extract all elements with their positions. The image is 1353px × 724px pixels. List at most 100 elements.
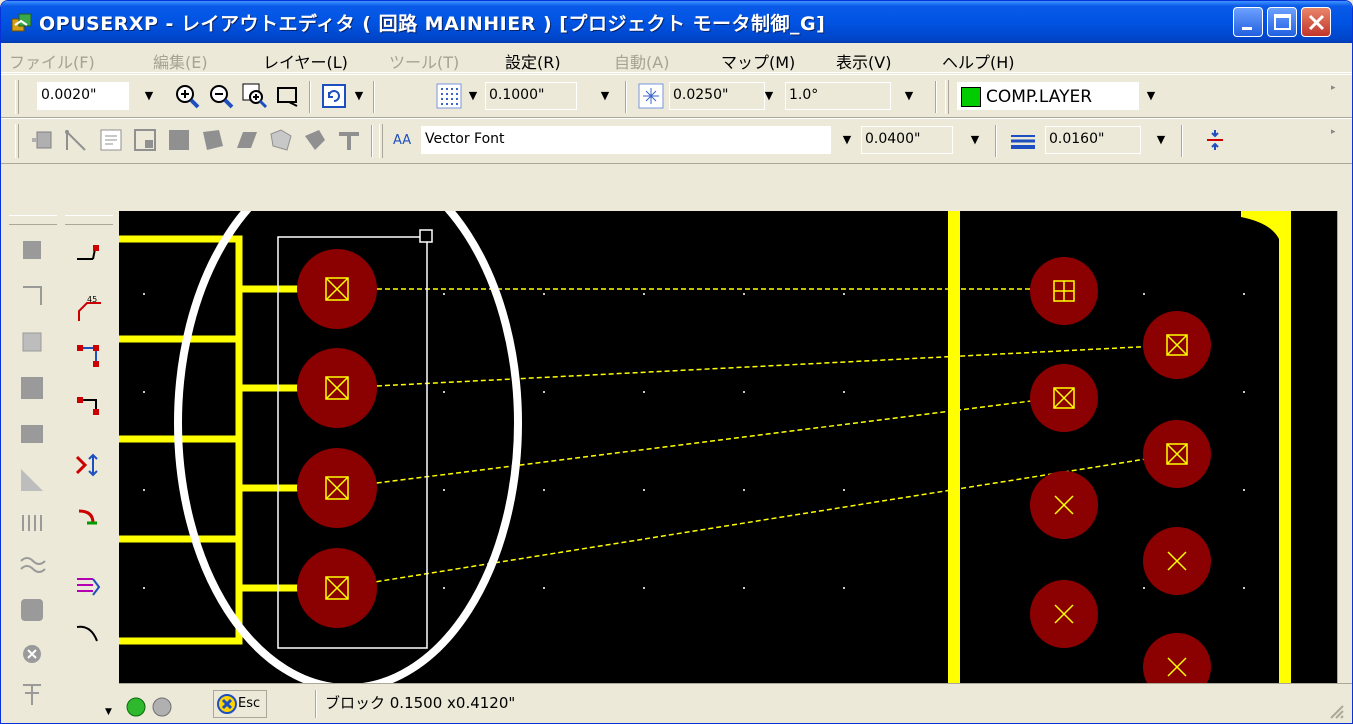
selected-pads[interactable] bbox=[297, 249, 377, 628]
place-part-icon[interactable] bbox=[17, 235, 47, 265]
stack-icon[interactable] bbox=[17, 419, 47, 449]
menu-layer[interactable]: レイヤー(L) bbox=[263, 49, 348, 73]
line-width-combo[interactable]: 0.0160" bbox=[1045, 126, 1141, 154]
toolbar-grip[interactable] bbox=[945, 80, 949, 114]
cancel-icon[interactable] bbox=[17, 639, 47, 669]
corner-icon[interactable] bbox=[17, 595, 47, 625]
text-icon[interactable] bbox=[97, 126, 125, 154]
bus-icon[interactable] bbox=[17, 507, 47, 537]
polygon-icon[interactable] bbox=[199, 126, 227, 154]
slope-icon[interactable] bbox=[17, 465, 47, 495]
chevron-down-icon[interactable]: ▼ bbox=[139, 82, 159, 110]
component-icon[interactable] bbox=[29, 126, 57, 154]
grid-dots bbox=[143, 293, 1245, 589]
chevron-down-icon[interactable]: ▼ bbox=[1151, 126, 1171, 154]
palette-grip[interactable] bbox=[9, 215, 57, 225]
minimize-icon bbox=[1242, 27, 1252, 30]
font-icon: AA bbox=[393, 133, 412, 148]
traces[interactable] bbox=[119, 211, 1291, 683]
angle-combo[interactable]: 1.0° bbox=[785, 82, 891, 110]
refresh-icon[interactable] bbox=[321, 82, 349, 110]
menu-auto[interactable]: 自動(A) bbox=[614, 49, 669, 73]
maximize-button[interactable] bbox=[1267, 7, 1297, 37]
route-stretch-icon[interactable] bbox=[73, 451, 103, 481]
toolbar-separator bbox=[995, 125, 997, 157]
route-connect-icon[interactable] bbox=[73, 341, 103, 371]
frame-icon[interactable] bbox=[131, 126, 159, 154]
selection-handle[interactable] bbox=[419, 229, 433, 243]
copper-icon[interactable] bbox=[267, 126, 295, 154]
chevron-down-icon[interactable]: ▼ bbox=[837, 126, 857, 154]
menu-settings[interactable]: 設定(R) bbox=[505, 49, 561, 73]
zoom-fit-icon[interactable] bbox=[275, 82, 303, 110]
snap-icon[interactable] bbox=[637, 82, 665, 110]
minimize-button[interactable] bbox=[1233, 7, 1263, 37]
cancel-icon bbox=[217, 694, 237, 714]
resize-grip-icon[interactable] bbox=[1329, 704, 1345, 720]
grid-icon[interactable] bbox=[435, 82, 463, 110]
route-move-icon[interactable] bbox=[73, 391, 103, 421]
vertical-scrollbar[interactable] bbox=[1337, 211, 1352, 683]
grid-combo[interactable]: 0.1000" bbox=[485, 82, 577, 110]
text-size-combo[interactable]: 0.0400" bbox=[861, 126, 953, 154]
chevron-down-icon[interactable]: ▼ bbox=[349, 82, 369, 110]
palette-grip[interactable] bbox=[65, 215, 113, 225]
route-curve-icon[interactable] bbox=[73, 619, 103, 649]
label-icon[interactable] bbox=[17, 679, 47, 709]
title-bar[interactable]: OPUSERXP - レイアウトエディタ ( 回路 MAINHIER ) [プロ… bbox=[1, 1, 1352, 43]
pcb-layout[interactable] bbox=[119, 211, 1337, 683]
ratsnest-lines bbox=[336, 288, 1178, 589]
chevron-down-icon[interactable]: ▼ bbox=[1141, 82, 1161, 110]
menu-bar: ファイル(F) 編集(E) レイヤー(L) ツール(T) 設定(R) 自動(A)… bbox=[1, 43, 1352, 73]
menu-edit[interactable]: 編集(E) bbox=[153, 49, 208, 73]
rotate-icon[interactable] bbox=[17, 327, 47, 357]
trace-corner bbox=[1241, 211, 1279, 239]
spacing-icon[interactable] bbox=[1201, 126, 1229, 154]
toolbar-separator bbox=[371, 125, 373, 157]
toolbar-overflow-icon[interactable]: ▸ bbox=[1331, 83, 1336, 93]
block-icon[interactable] bbox=[17, 373, 47, 403]
menu-file[interactable]: ファイル(F) bbox=[9, 49, 95, 73]
layer-combo[interactable]: COMP.LAYER bbox=[957, 82, 1139, 110]
app-icon bbox=[11, 13, 32, 32]
layout-canvas[interactable] bbox=[119, 211, 1337, 683]
connector-pads[interactable] bbox=[1030, 257, 1211, 683]
pin-icon[interactable] bbox=[335, 126, 363, 154]
route-multi-icon[interactable] bbox=[73, 571, 103, 601]
font-combo[interactable]: Vector Font bbox=[421, 126, 831, 154]
menu-help[interactable]: ヘルプ(H) bbox=[942, 49, 1015, 73]
fill-rect-icon[interactable] bbox=[165, 126, 193, 154]
zoom-combo[interactable]: 0.0020" bbox=[37, 82, 129, 110]
toolbar-grip[interactable] bbox=[379, 124, 383, 158]
chevron-down-icon[interactable]: ▼ bbox=[595, 82, 615, 110]
toolbar-overflow-icon[interactable]: ▸ bbox=[1331, 127, 1336, 137]
menu-map[interactable]: マップ(M) bbox=[721, 49, 795, 73]
layer-name: COMP.LAYER bbox=[986, 87, 1093, 107]
line-width-icon[interactable] bbox=[1009, 126, 1037, 154]
toolbar-separator bbox=[1181, 125, 1183, 157]
chevron-down-icon[interactable]: ▼ bbox=[759, 82, 779, 110]
snap-combo[interactable]: 0.0250" bbox=[669, 82, 765, 110]
chevron-down-icon[interactable]: ▼ bbox=[463, 82, 483, 110]
esc-button[interactable]: Esc bbox=[213, 690, 267, 718]
toolbar-grip[interactable] bbox=[15, 80, 19, 114]
wave-icon[interactable] bbox=[17, 551, 47, 581]
route-trace-icon[interactable] bbox=[73, 241, 103, 271]
close-button[interactable] bbox=[1301, 7, 1331, 37]
palette-overflow-icon[interactable]: ▼ bbox=[105, 707, 112, 717]
toolbar-separator bbox=[625, 81, 627, 113]
keepout-icon[interactable] bbox=[301, 126, 329, 154]
move-icon[interactable] bbox=[17, 281, 47, 311]
parallelogram-icon[interactable] bbox=[233, 126, 261, 154]
menu-view[interactable]: 表示(V) bbox=[836, 49, 891, 73]
menu-tool[interactable]: ツール(T) bbox=[389, 49, 459, 73]
zoom-in-icon[interactable] bbox=[173, 82, 201, 110]
zoom-area-icon[interactable] bbox=[241, 82, 269, 110]
chevron-down-icon[interactable]: ▼ bbox=[899, 82, 919, 110]
route-icon[interactable] bbox=[63, 126, 91, 154]
route-arc-icon[interactable] bbox=[73, 503, 103, 533]
toolbar-grip[interactable] bbox=[15, 124, 19, 158]
route-45-icon[interactable]: 45 bbox=[73, 293, 103, 323]
chevron-down-icon[interactable]: ▼ bbox=[965, 126, 985, 154]
zoom-out-icon[interactable] bbox=[207, 82, 235, 110]
